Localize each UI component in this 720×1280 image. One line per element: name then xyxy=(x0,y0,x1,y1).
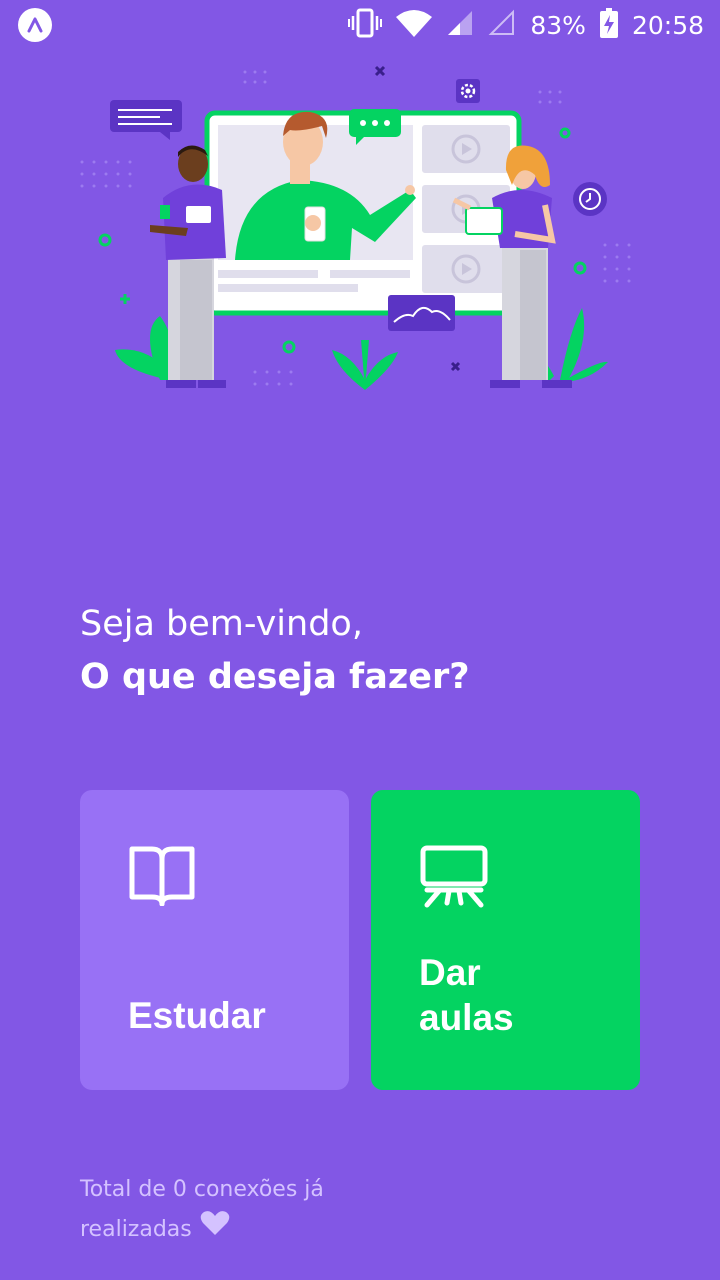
wifi-icon xyxy=(396,9,433,41)
hero-illustration xyxy=(0,50,720,410)
presentation-board-icon xyxy=(419,844,489,912)
clock: 20:58 xyxy=(631,10,704,40)
heart-icon xyxy=(200,1210,230,1250)
vibrate-icon xyxy=(348,8,383,42)
battery-percent: 83% xyxy=(530,10,586,40)
study-label: Estudar xyxy=(128,995,266,1036)
status-bar: 83% 20:58 xyxy=(0,0,720,50)
battery-charging-icon xyxy=(599,8,618,42)
app-logo-icon xyxy=(18,8,52,42)
welcome-greeting: Seja bem-vindo, xyxy=(80,604,363,644)
teach-button[interactable]: Dar aulas xyxy=(371,790,640,1090)
signal-empty-icon xyxy=(488,9,516,41)
teach-label: Dar aulas xyxy=(419,952,514,1038)
welcome-question: O que deseja fazer? xyxy=(80,657,470,697)
welcome-heading: Seja bem-vindo, O que deseja fazer? xyxy=(80,598,660,704)
study-button[interactable]: Estudar xyxy=(80,790,349,1090)
signal-icon xyxy=(446,9,474,41)
connections-info: Total de 0 conexões já realizadas xyxy=(80,1170,420,1250)
book-open-icon xyxy=(128,844,196,910)
